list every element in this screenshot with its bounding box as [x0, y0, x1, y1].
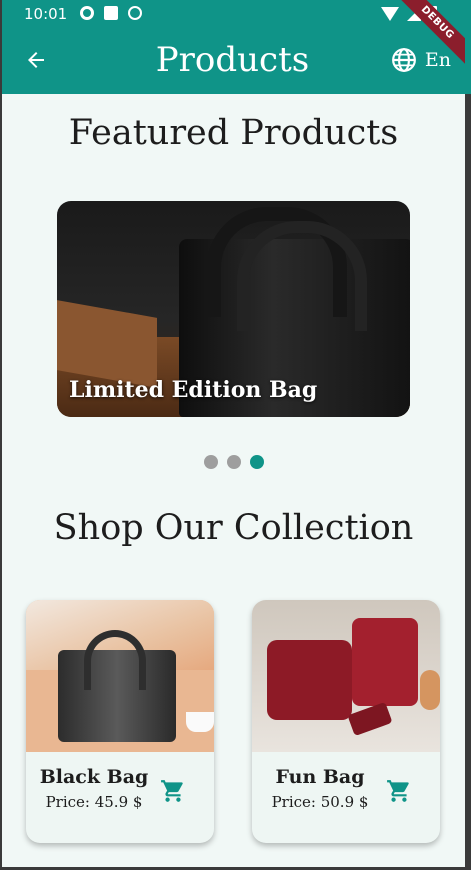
product-image: [252, 600, 440, 752]
at-icon: [128, 6, 142, 20]
debug-banner: DEBUG: [395, 0, 465, 70]
product-image: [26, 600, 214, 752]
carousel-dot[interactable]: [203, 455, 218, 469]
carousel-indicator: [2, 455, 465, 469]
product-price: Price: 45.9 $: [45, 793, 143, 811]
product-card-black-bag[interactable]: Black Bag Price: 45.9 $: [26, 600, 214, 843]
debug-banner-label: DEBUG: [395, 0, 465, 69]
collection-heading: Shop Our Collection: [53, 508, 414, 548]
gear-icon: [80, 6, 94, 20]
featured-products-heading: Featured Products: [68, 113, 399, 153]
product-card-fun-bag[interactable]: Fun Bag Price: 50.9 $: [252, 600, 440, 843]
product-price: Price: 50.9 $: [271, 793, 369, 811]
slide-caption: Limited Edition Bag: [69, 377, 318, 403]
bag-strap-graphic: [237, 221, 367, 331]
carousel-dot-active[interactable]: [249, 455, 264, 469]
app-frame: 10:01 Products En DEBUG Featured Product…: [0, 0, 471, 870]
sd-card-icon: [104, 6, 118, 20]
carousel-dot[interactable]: [226, 455, 241, 469]
featured-carousel-slide[interactable]: Limited Edition Bag: [57, 201, 410, 417]
add-to-cart-icon[interactable]: [386, 778, 412, 804]
product-name: Black Bag: [39, 766, 149, 788]
status-time: 10:01: [24, 5, 68, 23]
add-to-cart-icon[interactable]: [160, 778, 186, 804]
product-name: Fun Bag: [275, 766, 365, 788]
